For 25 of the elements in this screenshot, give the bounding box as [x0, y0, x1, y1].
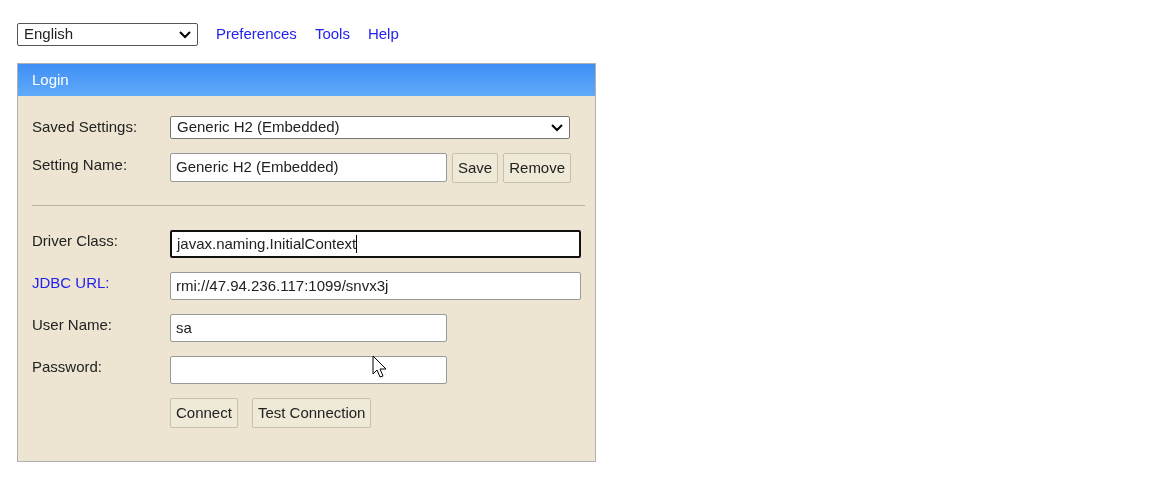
form-button[interactable]: Test Connection — [251, 398, 372, 428]
caret-icon — [551, 123, 563, 132]
caret-icon — [179, 30, 191, 39]
field-label: Saved Settings: — [32, 117, 139, 138]
field-label-link[interactable]: JDBC URL: — [32, 272, 170, 295]
menu-link[interactable]: Help — [367, 23, 399, 46]
saved-settings-select[interactable]: Generic H2 (Embedded) — [170, 116, 570, 139]
menu-link[interactable]: Tools — [314, 23, 350, 46]
input-field[interactable]: sa — [170, 314, 447, 342]
field-label: User Name: — [32, 315, 114, 335]
field-label: Password: — [32, 357, 104, 377]
panel-header: Login — [18, 64, 595, 96]
input-field[interactable]: rmi://47.94.236.117:1099/snvx3j — [170, 272, 581, 300]
form-button[interactable]: Connect — [170, 398, 238, 428]
setting-button[interactable]: Remove — [503, 153, 572, 183]
input-field[interactable]: javax.naming.InitialContext — [170, 230, 581, 258]
menu-link[interactable]: Preferences — [216, 23, 297, 46]
setting-button[interactable]: Save — [452, 153, 499, 183]
field-label: Driver Class: — [32, 231, 119, 251]
mouse-pointer-icon — [372, 355, 388, 379]
field-label: Setting Name: — [32, 155, 129, 175]
language-select[interactable]: English — [17, 23, 198, 46]
input-field[interactable] — [170, 356, 447, 384]
setting-name-field[interactable]: Generic H2 (Embedded) — [170, 153, 447, 182]
text-cursor-icon — [356, 235, 358, 253]
